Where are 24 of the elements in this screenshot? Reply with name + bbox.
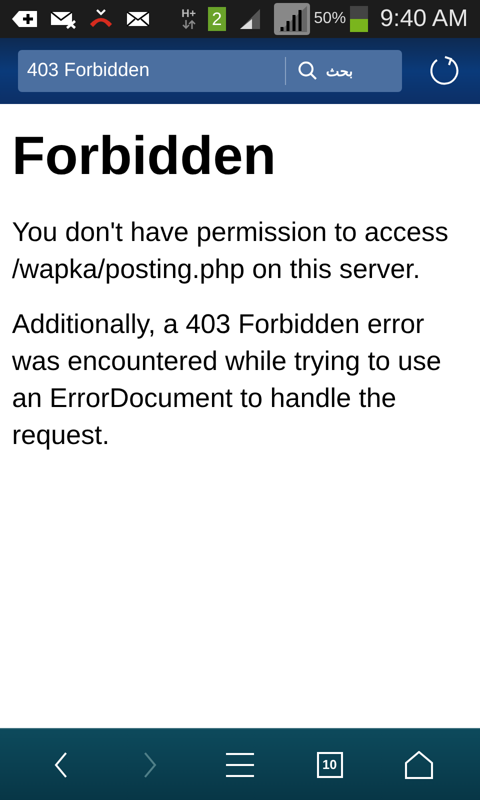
tabs-button[interactable]: 10 — [306, 740, 354, 788]
missed-call-icon — [88, 8, 114, 30]
add-tag-icon — [12, 9, 38, 29]
network-type-label: H+ — [182, 9, 196, 20]
sim-badge: 2 — [208, 7, 226, 31]
search-icon — [298, 61, 318, 81]
menu-icon — [224, 752, 255, 778]
reload-icon — [428, 55, 460, 87]
battery-icon — [350, 6, 368, 32]
error-message: You don't have permission to access /wapka/posting.php on this server. — [12, 216, 450, 286]
chevron-right-icon — [142, 750, 158, 778]
clock: 9:40 AM — [380, 4, 468, 34]
signal-icon — [238, 7, 262, 31]
mail-icon — [126, 10, 150, 28]
signal-icon — [274, 3, 310, 35]
error-message: Additionally, a 403 Forbidden error was encountered while trying to use an ErrorDocument to handle the request. — [12, 308, 442, 452]
search-button[interactable]: بحث — [286, 50, 402, 92]
battery-percent: 50% — [314, 9, 346, 29]
page-title: 403 Forbidden — [26, 58, 151, 83]
page-heading: Forbidden — [12, 125, 277, 188]
mail-error-icon — [50, 9, 76, 29]
home-icon — [405, 750, 434, 778]
data-arrows-icon — [182, 20, 196, 29]
chevron-left-icon — [52, 750, 69, 778]
